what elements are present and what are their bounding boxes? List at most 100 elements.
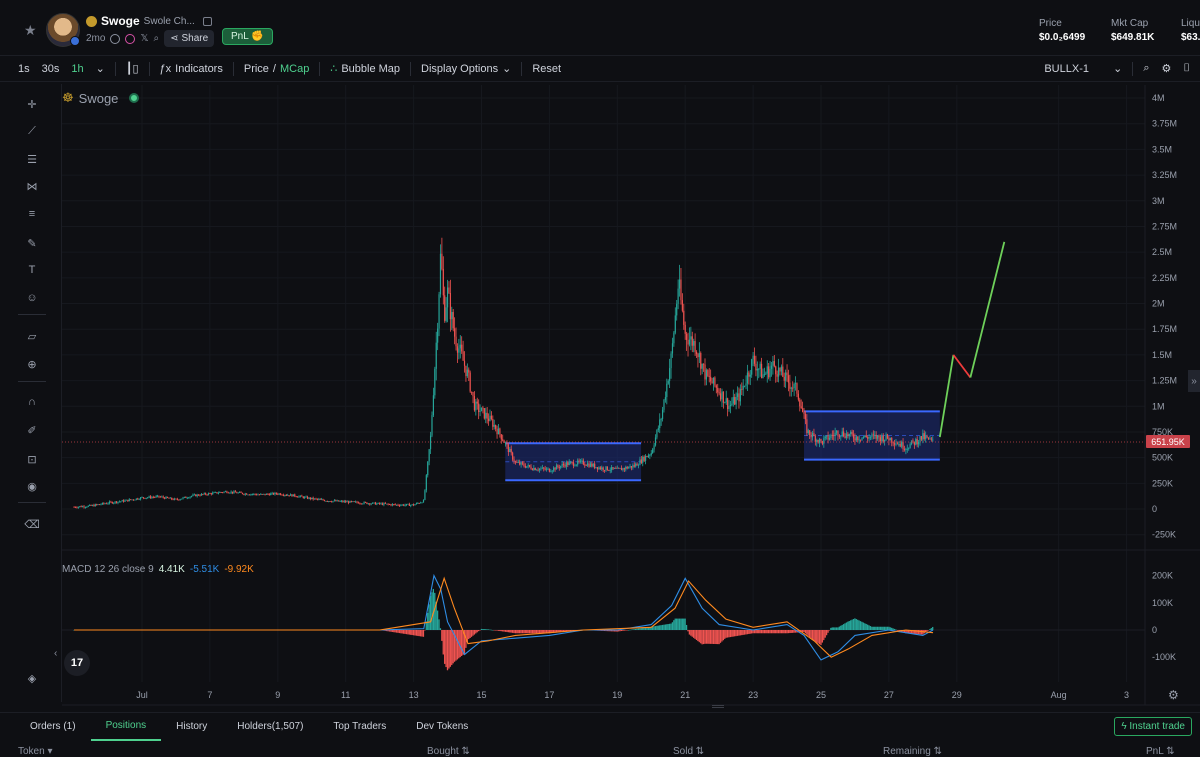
candle-body xyxy=(683,310,685,325)
candle-body xyxy=(295,496,297,498)
candle-body xyxy=(274,492,276,495)
candle-body xyxy=(241,492,244,494)
candle-body xyxy=(669,368,671,381)
candle-body xyxy=(517,462,519,464)
candle-body xyxy=(226,491,228,493)
x-tick-label: 21 xyxy=(680,690,690,700)
candle-body xyxy=(875,434,877,439)
macd-hist-bar xyxy=(704,630,706,644)
macd-hist-bar xyxy=(482,629,484,630)
candle-body xyxy=(688,339,691,345)
tradingview-logo[interactable]: 17 xyxy=(64,650,90,676)
candle-body xyxy=(751,359,753,375)
candle-body xyxy=(427,461,429,476)
macd-hist-bar xyxy=(516,630,518,634)
candle-body xyxy=(710,376,712,382)
macd-hist-bar xyxy=(674,618,676,630)
price-chart[interactable]: 4M 3.75M 3.5M 3.25M 3M 2.75M 2.5M 2.25M 2M 1.75M 1… xyxy=(0,0,1200,712)
macd-hist-bar xyxy=(712,630,715,644)
candle-body xyxy=(74,506,77,508)
tab-positions[interactable]: Positions xyxy=(90,713,162,741)
candle-body xyxy=(543,467,545,469)
col-pnl[interactable]: PnL ⇅ xyxy=(1146,746,1175,757)
candle-body xyxy=(731,403,733,406)
candle-body xyxy=(247,494,249,496)
macd-hist-bar xyxy=(895,629,897,630)
tab-history[interactable]: History xyxy=(161,713,222,741)
candle-body xyxy=(301,495,303,497)
tab-orders[interactable]: Orders (1) xyxy=(0,713,91,741)
candle-body xyxy=(671,343,674,354)
macd-hist-bar xyxy=(422,630,425,637)
macd-hist-bar xyxy=(407,630,409,635)
x-tick-label: 27 xyxy=(884,690,894,700)
candle-body xyxy=(858,439,860,441)
candle-body xyxy=(251,494,253,495)
candle-body xyxy=(598,467,600,470)
candle-body xyxy=(437,328,439,343)
candle-body xyxy=(734,397,736,405)
tab-dev-tokens[interactable]: Dev Tokens xyxy=(401,713,483,741)
candle-body xyxy=(678,279,681,289)
candle-body xyxy=(335,500,337,502)
candle-body xyxy=(255,494,258,496)
candle-body xyxy=(240,492,242,493)
candle-body xyxy=(661,409,664,419)
candle-body xyxy=(482,407,484,409)
col-bought[interactable]: Bought ⇅ xyxy=(427,746,470,757)
tab-holders[interactable]: Holders(1,507) xyxy=(222,713,318,741)
candle-body xyxy=(570,461,572,463)
expand-right-icon[interactable]: » xyxy=(1188,370,1200,392)
candle-body xyxy=(623,468,625,470)
candle-body xyxy=(493,425,495,427)
macd-hist-bar xyxy=(874,626,876,630)
candle-body xyxy=(326,500,328,502)
candle-body xyxy=(325,500,327,502)
col-label: Remaining xyxy=(883,746,931,757)
candle-body xyxy=(185,496,187,498)
macd-hist-bar xyxy=(770,630,773,634)
candle-body xyxy=(896,443,898,445)
col-token[interactable]: Token ▾ xyxy=(18,746,53,757)
candle-body xyxy=(687,339,689,345)
candle-body xyxy=(833,435,835,437)
macd-hist-bar xyxy=(759,630,761,634)
col-remaining[interactable]: Remaining ⇅ xyxy=(883,746,942,757)
macd-hist-bar xyxy=(742,630,744,635)
macd-hist-bar xyxy=(503,630,505,632)
instant-trade-button[interactable]: ϟ Instant trade xyxy=(1114,717,1192,736)
candle-body xyxy=(545,468,548,470)
candle-body xyxy=(575,464,577,466)
candle-body xyxy=(797,393,799,400)
candle-body xyxy=(759,363,761,369)
candle-body xyxy=(554,467,556,470)
macd-hist-bar xyxy=(756,630,758,634)
candle-body xyxy=(93,505,95,507)
col-sold[interactable]: Sold ⇅ xyxy=(673,746,704,757)
candle-body xyxy=(152,497,154,498)
candle-body xyxy=(370,503,372,505)
macd-hist-bar xyxy=(854,618,856,630)
candle-body xyxy=(396,504,398,506)
candle-body xyxy=(413,504,415,506)
candle-body xyxy=(536,469,538,471)
macd-hist-bar xyxy=(715,630,717,645)
macd-hist-bar xyxy=(534,630,536,634)
chart-settings-icon[interactable]: ⚙ xyxy=(1168,688,1179,702)
candle-body xyxy=(502,439,504,441)
candle-body xyxy=(115,501,118,503)
candle-body xyxy=(760,363,763,379)
candle-body xyxy=(340,500,343,502)
candle-body xyxy=(619,468,621,469)
x-tick-label: 19 xyxy=(612,690,622,700)
macd-tick-label: 100K xyxy=(1152,598,1173,608)
collapse-left-icon[interactable]: ‹ xyxy=(54,648,57,659)
panel-resize-handle[interactable] xyxy=(712,705,724,708)
candle-body xyxy=(333,500,335,502)
candle-body xyxy=(130,499,132,501)
candle-body xyxy=(408,503,410,506)
macd-hist-bar xyxy=(630,629,633,631)
macd-hist-bar xyxy=(825,630,828,636)
candle-body xyxy=(509,448,511,453)
tab-top-traders[interactable]: Top Traders xyxy=(318,713,401,741)
